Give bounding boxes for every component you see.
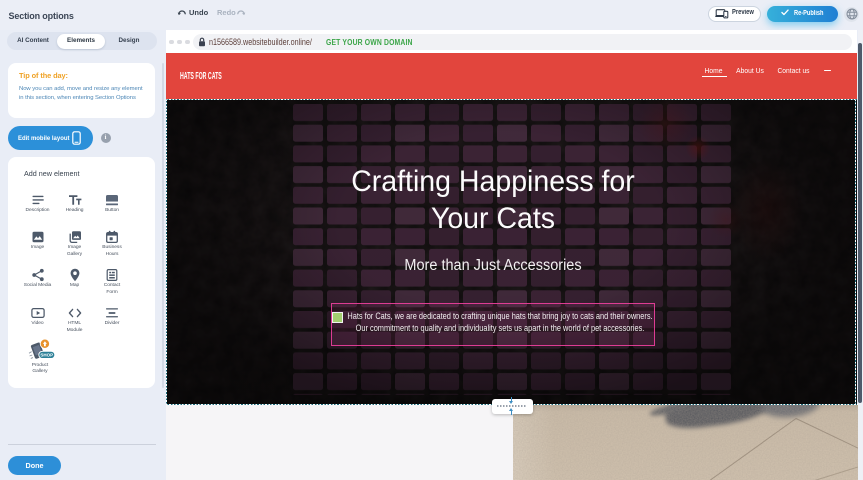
svg-text:SHOP: SHOP [40,353,53,358]
